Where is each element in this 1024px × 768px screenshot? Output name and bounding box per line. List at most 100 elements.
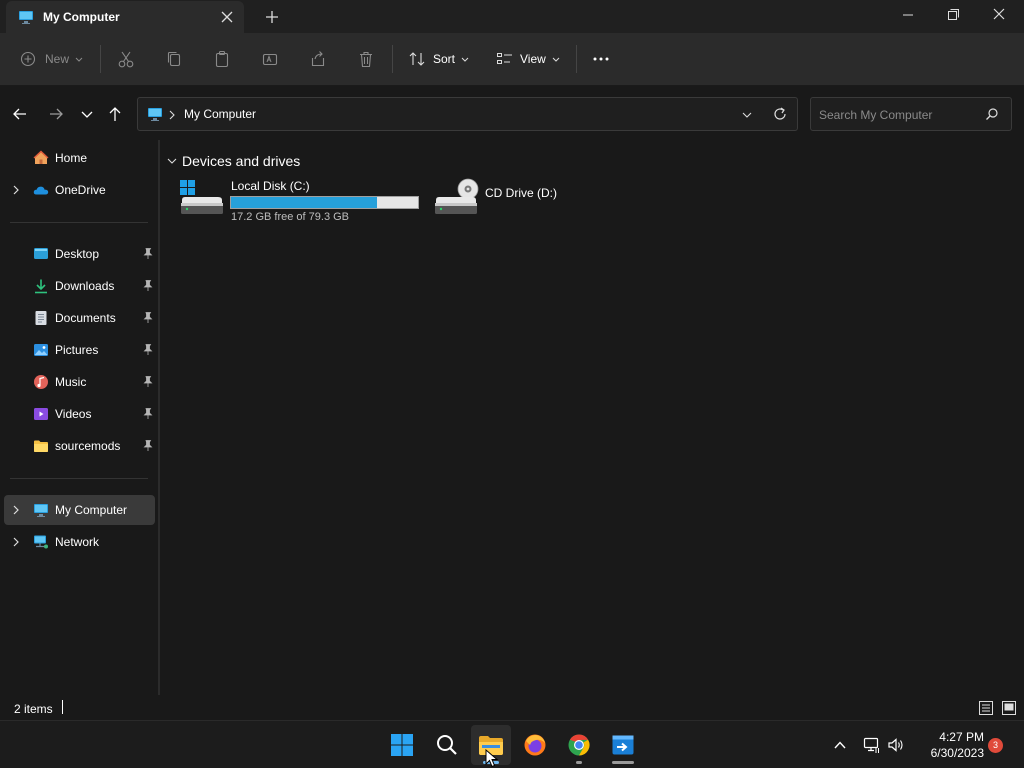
details-view-icon[interactable]	[978, 700, 994, 716]
pin-icon[interactable]	[141, 375, 154, 388]
share-icon[interactable]	[309, 47, 327, 71]
new-tab-icon[interactable]	[262, 7, 282, 27]
music-icon	[34, 375, 48, 389]
sidebar-item-my-computer[interactable]: My Computer	[4, 495, 155, 525]
view-icon	[497, 53, 512, 64]
new-button[interactable]: New	[20, 47, 84, 71]
remote-app-taskbar-button[interactable]	[603, 725, 643, 765]
close-tab-icon[interactable]	[218, 8, 236, 26]
address-dropdown-icon[interactable]	[740, 108, 754, 122]
clock[interactable]: 4:27 PM 6/30/2023	[914, 729, 984, 761]
sidebar-item-label: Network	[55, 535, 100, 549]
pin-icon[interactable]	[141, 407, 154, 420]
chrome-taskbar-button[interactable]	[559, 725, 599, 765]
sidebar-item-documents[interactable]: Documents	[4, 303, 155, 333]
cd-drive-icon	[435, 178, 479, 214]
search-input[interactable]	[819, 106, 979, 124]
expand-chevron-icon[interactable]	[10, 504, 22, 516]
recent-locations-icon[interactable]	[78, 105, 96, 123]
pin-icon[interactable]	[141, 279, 154, 292]
sidebar-item-home[interactable]: Home	[4, 143, 155, 173]
status-bar: 2 items	[0, 695, 1024, 720]
pin-icon[interactable]	[141, 439, 154, 452]
drive-local-disk-c[interactable]: Local Disk (C:) 17.2 GB free of 79.3 GB	[178, 178, 423, 226]
network-status-icon[interactable]	[863, 736, 881, 754]
divider	[576, 45, 577, 73]
more-options-icon[interactable]	[591, 47, 611, 71]
search-icon	[437, 735, 457, 755]
divider	[392, 45, 393, 73]
rename-icon[interactable]	[261, 47, 279, 71]
start-button[interactable]	[382, 725, 422, 765]
up-arrow-icon[interactable]	[106, 105, 124, 123]
running-app-indicator	[612, 761, 634, 764]
divider	[100, 45, 101, 73]
sidebar-item-label: Music	[55, 375, 87, 389]
collapse-chevron-icon[interactable]	[166, 155, 178, 167]
sidebar-item-network[interactable]: Network	[4, 527, 155, 557]
file-explorer-taskbar-button[interactable]	[471, 725, 511, 768]
sidebar-item-downloads[interactable]: Downloads	[4, 271, 155, 301]
sidebar-item-onedrive[interactable]: OneDrive	[4, 175, 155, 205]
local-disk-icon	[180, 180, 223, 214]
home-icon	[33, 150, 49, 164]
computer-icon	[19, 11, 33, 24]
sidebar-item-desktop[interactable]: Desktop	[4, 239, 155, 269]
group-title: Devices and drives	[182, 153, 301, 169]
expand-chevron-icon[interactable]	[10, 536, 22, 548]
pin-icon[interactable]	[141, 343, 154, 356]
breadcrumb[interactable]: My Computer	[184, 107, 256, 121]
copy-icon[interactable]	[165, 47, 183, 71]
drive-free-space: 17.2 GB free of 79.3 GB	[231, 211, 350, 223]
sidebar-item-label: Home	[55, 151, 88, 165]
sidebar-item-videos[interactable]: Videos	[4, 399, 155, 429]
back-arrow-icon[interactable]	[11, 105, 29, 123]
command-bar: New Sort View	[0, 33, 1024, 86]
title-bar: My Computer	[0, 0, 1024, 33]
volume-icon[interactable]	[887, 736, 905, 754]
group-header-devices[interactable]: Devices and drives	[166, 153, 300, 169]
taskbar: 4:27 PM 6/30/2023 3	[0, 720, 1024, 768]
new-label: New	[45, 52, 70, 66]
search-taskbar-button[interactable]	[427, 725, 467, 765]
folder-icon	[34, 440, 48, 452]
large-icons-view-icon[interactable]	[1001, 700, 1017, 716]
notification-badge[interactable]: 3	[988, 738, 1003, 753]
content-pane: Devices and drives Local Disk (C:) 17.2 …	[160, 140, 1024, 695]
drive-cd-d[interactable]: CD Drive (D:)	[432, 178, 572, 226]
running-app-indicator	[576, 761, 582, 764]
search-icon[interactable]	[985, 107, 999, 121]
show-hidden-icons-icon[interactable]	[832, 737, 848, 753]
sidebar-item-label: sourcemods	[55, 439, 121, 453]
sidebar-item-sourcemods[interactable]: sourcemods	[4, 431, 155, 461]
refresh-icon[interactable]	[772, 106, 788, 122]
drive-name: CD Drive (D:)	[485, 186, 557, 200]
expand-chevron-icon[interactable]	[10, 184, 22, 196]
chevron-down-icon	[75, 57, 83, 62]
sidebar-item-pictures[interactable]: Pictures	[4, 335, 155, 365]
sidebar-item-music[interactable]: Music	[4, 367, 155, 397]
cut-icon[interactable]	[117, 47, 135, 71]
forward-arrow-icon[interactable]	[47, 105, 65, 123]
tab-my-computer[interactable]: My Computer	[6, 1, 244, 33]
breadcrumb-chevron-icon[interactable]	[168, 110, 176, 120]
restore-icon[interactable]	[939, 4, 967, 26]
view-button[interactable]: View	[496, 47, 561, 71]
pictures-icon	[34, 344, 48, 356]
minimize-icon[interactable]	[894, 4, 922, 26]
close-window-icon[interactable]	[985, 4, 1013, 26]
clock-time: 4:27 PM	[939, 730, 984, 744]
address-bar[interactable]: My Computer	[137, 97, 798, 131]
firefox-taskbar-button[interactable]	[515, 725, 555, 765]
paste-icon[interactable]	[213, 47, 231, 71]
pin-icon[interactable]	[141, 311, 154, 324]
computer-icon	[34, 504, 48, 517]
tab-title: My Computer	[43, 10, 120, 24]
videos-icon	[34, 408, 48, 420]
sort-label: Sort	[433, 52, 456, 66]
address-row: My Computer	[0, 86, 1024, 140]
delete-icon[interactable]	[357, 47, 375, 71]
sort-icon	[409, 52, 425, 66]
sort-button[interactable]: Sort	[408, 47, 470, 71]
pin-icon[interactable]	[141, 247, 154, 260]
